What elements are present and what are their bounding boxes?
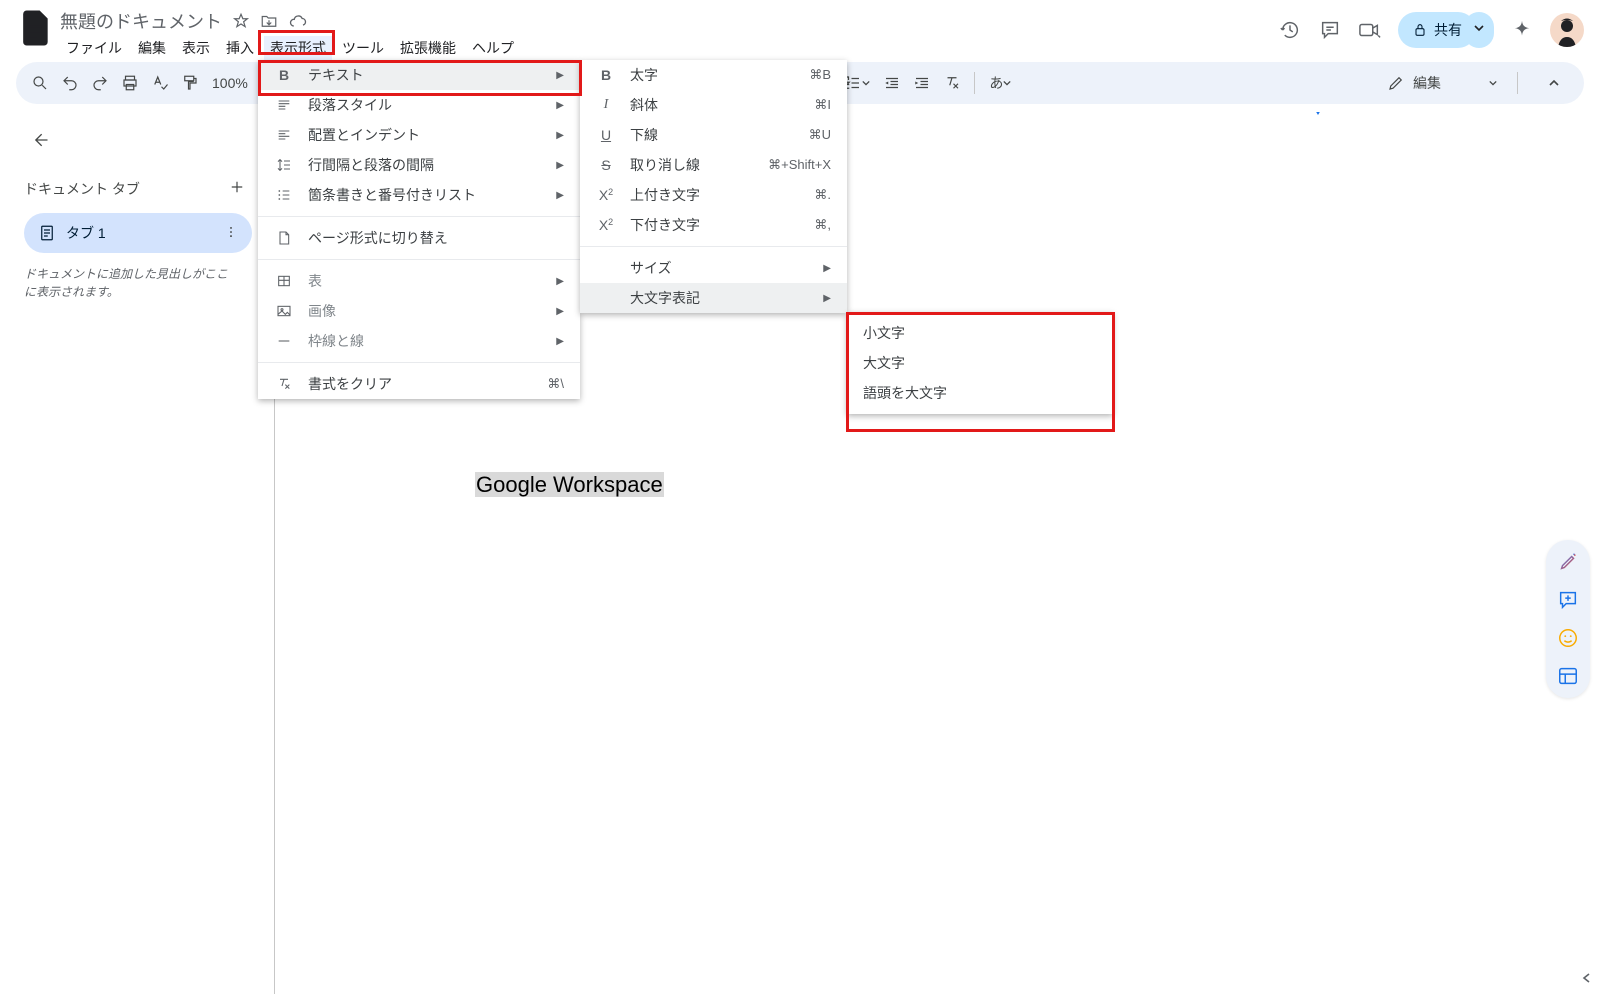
redo-icon[interactable] [88,71,112,95]
menu-format[interactable]: 表示形式 [264,36,332,60]
tab-more-icon[interactable] [224,225,238,242]
mi-subscript[interactable]: X2下付き文字⌘, [580,210,847,240]
strike-icon: S [596,157,616,173]
document-title[interactable]: 無題のドキュメント [60,8,222,34]
mi-uppercase[interactable]: 大文字 [847,348,1113,378]
edit-mode-label: 編集 [1413,73,1441,93]
mi-paragraph-styles[interactable]: 段落スタイル▶ [258,90,580,120]
format-paint-icon[interactable] [178,71,202,95]
meet-icon[interactable] [1358,18,1382,42]
mi-borders: 枠線と線▶ [258,326,580,356]
search-icon[interactable] [28,71,52,95]
mi-align-indent[interactable]: 配置とインデント▶ [258,120,580,150]
menu-insert[interactable]: 挿入 [220,36,260,60]
superscript-icon: X2 [596,187,616,203]
back-arrow-icon[interactable] [24,124,56,156]
mi-clear-formatting[interactable]: 書式をクリア⌘\ [258,369,580,399]
table-icon [274,273,294,289]
clear-icon [274,376,294,392]
menu-extensions[interactable]: 拡張機能 [394,36,462,60]
ruler-tab-marker[interactable] [1312,112,1324,122]
header: 無題のドキュメント ファイル 編集 表示 挿入 表示形式 ツール 拡張機能 ヘル… [0,0,1600,54]
print-icon[interactable] [118,71,142,95]
line-spacing-icon [274,157,294,173]
menu-tools[interactable]: ツール [336,36,390,60]
add-comment-icon[interactable] [1556,588,1580,612]
star-icon[interactable] [232,12,250,30]
underline-icon: U [596,127,616,143]
history-icon[interactable] [1278,18,1302,42]
menu-file[interactable]: ファイル [60,36,128,60]
emoji-icon[interactable] [1556,626,1580,650]
comment-icon[interactable] [1318,18,1342,42]
right-rail [1546,540,1590,698]
paragraph-icon [274,97,294,113]
menu-help[interactable]: ヘルプ [466,36,520,60]
list-icon [274,187,294,203]
zoom-select[interactable]: 100% [208,71,252,95]
move-icon[interactable] [260,12,278,30]
bold-icon: B [274,67,294,83]
indent-increase-icon[interactable] [910,71,934,95]
mi-line-spacing[interactable]: 行間隔と段落の間隔▶ [258,150,580,180]
cloud-icon[interactable] [288,11,308,31]
selected-text[interactable]: Google Workspace [475,472,664,497]
align-icon [274,127,294,143]
corner-chevron-icon[interactable] [1580,971,1594,988]
text-submenu: B太字⌘B I斜体⌘I U下線⌘U S取り消し線⌘+Shift+X X2上付き文… [580,60,847,313]
gemini-icon[interactable] [1510,18,1534,42]
mi-table: 表▶ [258,266,580,296]
tab-label: タブ 1 [66,223,106,243]
line-icon [274,333,294,349]
bold-icon: B [596,67,616,83]
clear-format-icon[interactable] [940,71,964,95]
mi-lowercase[interactable]: 小文字 [847,318,1113,348]
mi-page-orientation[interactable]: ページ形式に切り替え [258,223,580,253]
italic-icon: I [596,97,616,113]
mi-titlecase[interactable]: 語頭を大文字 [847,378,1113,408]
add-tab-icon[interactable] [228,178,246,199]
sidebar: ドキュメント タブ タブ 1 ドキュメントに追加した見出しがここに表示されます。 [0,112,260,994]
share-dropdown[interactable] [1464,12,1494,48]
building-blocks-icon[interactable] [1556,664,1580,688]
mi-size[interactable]: サイズ▶ [580,253,847,283]
mi-text[interactable]: Bテキスト▶ [258,60,580,90]
menu-bar: ファイル 編集 表示 挿入 表示形式 ツール 拡張機能 ヘルプ [60,36,1278,60]
mi-image: 画像▶ [258,296,580,326]
mi-underline[interactable]: U下線⌘U [580,120,847,150]
share-label: 共有 [1434,20,1462,40]
mi-bold[interactable]: B太字⌘B [580,60,847,90]
mi-capitalization[interactable]: 大文字表記▶ [580,283,847,313]
mi-italic[interactable]: I斜体⌘I [580,90,847,120]
docs-logo[interactable] [16,8,56,48]
format-menu: Bテキスト▶ 段落スタイル▶ 配置とインデント▶ 行間隔と段落の間隔▶ 箇条書き… [258,60,580,399]
menu-view[interactable]: 表示 [176,36,216,60]
undo-icon[interactable] [58,71,82,95]
editing-mode[interactable]: 編集 [1377,73,1507,93]
collapse-toolbar-icon[interactable] [1536,65,1572,101]
indent-decrease-icon[interactable] [880,71,904,95]
ai-pencil-icon[interactable] [1556,550,1580,574]
header-right: 共有 [1278,8,1584,48]
avatar[interactable] [1550,13,1584,47]
image-icon [274,303,294,319]
mi-strike[interactable]: S取り消し線⌘+Shift+X [580,150,847,180]
section-label: ドキュメント タブ [24,179,140,199]
submenu-arrow-icon: ▶ [556,70,564,81]
page-icon [274,230,294,246]
capitalization-submenu: 小文字 大文字 語頭を大文字 [847,312,1113,414]
sidebar-note: ドキュメントに追加した見出しがここに表示されます。 [24,265,252,301]
input-mode[interactable]: あ [985,71,1015,95]
spellcheck-icon[interactable] [148,71,172,95]
subscript-icon: X2 [596,217,616,233]
sidebar-section-title: ドキュメント タブ [24,172,252,205]
mi-superscript[interactable]: X2上付き文字⌘. [580,180,847,210]
sidebar-tab-1[interactable]: タブ 1 [24,213,252,253]
title-area: 無題のドキュメント ファイル 編集 表示 挿入 表示形式 ツール 拡張機能 ヘル… [56,8,1278,60]
menu-edit[interactable]: 編集 [132,36,172,60]
mi-bullets[interactable]: 箇条書きと番号付きリスト▶ [258,180,580,210]
